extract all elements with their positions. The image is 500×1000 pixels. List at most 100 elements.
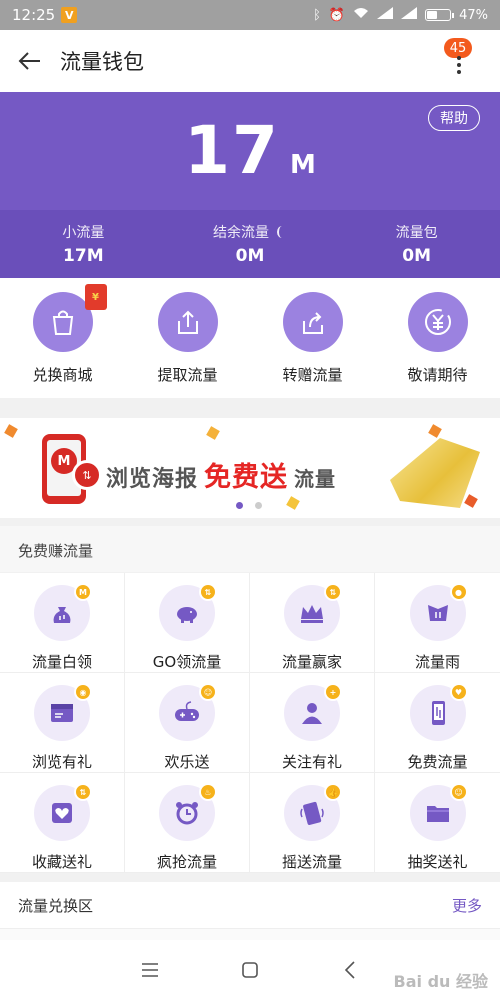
banner-headline: 浏览海报 免费送 流量 (106, 455, 336, 494)
balance-unit: M (289, 150, 316, 180)
more-dots-icon (456, 56, 462, 74)
earn-item-label: GO领流量 (152, 653, 222, 671)
earn-item[interactable]: ☺ 欢乐送 (125, 673, 250, 773)
earn-badge-icon: + (324, 683, 342, 701)
quick-action-coming-soon[interactable]: 敬请期待 (375, 278, 500, 398)
alarm-icon: ⏰ (328, 7, 346, 23)
wifi-icon (353, 7, 369, 23)
promo-banner[interactable]: M ⇅ 浏览海报 免费送 流量 (0, 418, 500, 518)
confetti-decoration (206, 426, 220, 440)
alarm-clock-icon: ♨ (159, 783, 217, 841)
quick-action-label: 转赠流量 (282, 366, 343, 384)
earn-item-label: 关注有礼 (281, 753, 342, 771)
confetti-decoration (464, 494, 478, 508)
earn-item[interactable]: M 流量白领 (0, 573, 125, 673)
more-menu-button[interactable]: 45 (442, 38, 482, 84)
notification-badge: 45 (444, 38, 472, 58)
earn-item[interactable]: + 关注有礼 (250, 673, 375, 773)
red-packet-icon: ¥ (84, 284, 107, 310)
status-bar: 12:25 V ᛒ ⏰ 47% (0, 0, 500, 30)
confetti-decoration (428, 424, 442, 438)
earn-badge-icon: ⇅ (324, 583, 342, 601)
earn-item[interactable]: ● 流量雨 (375, 573, 500, 673)
piggy-bank-icon: ⇅ (159, 583, 217, 641)
confetti-decoration (286, 496, 300, 510)
earn-item-label: 欢乐送 (164, 753, 210, 771)
browser-icon: ◉ (34, 683, 92, 741)
exchange-section-title: 流量兑换区 (18, 896, 94, 915)
system-nav-bar: Bai du 经验 (0, 940, 500, 1000)
upload-icon (157, 292, 218, 352)
earn-item[interactable]: ◉ 浏览有礼 (0, 673, 125, 773)
home-nav-icon[interactable] (200, 940, 300, 1000)
earn-badge-icon: ⇅ (74, 783, 92, 801)
stat-remaining-data[interactable]: 结余流量 0M (167, 210, 334, 278)
user-add-icon: + (284, 683, 342, 741)
earn-item[interactable]: 👍 摇送流量 (250, 773, 375, 873)
earn-item[interactable]: ♨ 疯抢流量 (125, 773, 250, 873)
stat-small-data[interactable]: 小流量 17M (0, 210, 167, 278)
money-bag-icon: M (34, 583, 92, 641)
stat-data-package[interactable]: 流量包 0M (333, 210, 500, 278)
bluetooth-icon: ᛒ (313, 7, 321, 23)
balance-panel: 帮助 17 M 小流量 17M 结余流量 0M 流量包 0M (0, 92, 500, 278)
balance-stats: 小流量 17M 结余流量 0M 流量包 0M (0, 210, 500, 278)
app-notification-icon: V (61, 7, 78, 23)
carousel-dot[interactable] (255, 502, 262, 509)
earn-badge-icon: M (74, 583, 92, 601)
quick-action-gift-data[interactable]: 转赠流量 (250, 278, 375, 398)
stat-label: 结余流量 (167, 222, 334, 242)
banner-text-highlight: 免费送 (204, 462, 289, 493)
carousel-dots (236, 502, 262, 509)
quick-action-withdraw-data[interactable]: 提取流量 (125, 278, 250, 398)
more-link[interactable]: 更多 (452, 895, 482, 916)
signal-icon-2 (401, 7, 418, 23)
carousel-dot[interactable] (236, 502, 243, 509)
quick-action-exchange-mall[interactable]: ¥ 兑换商城 (0, 278, 125, 398)
earn-badge-icon: ♥ (449, 683, 468, 701)
earn-item-label: 疯抢流量 (156, 853, 217, 871)
heart-card-icon: ⇅ (34, 783, 92, 841)
battery-fill (427, 11, 437, 19)
stat-value: 0M (235, 246, 265, 266)
yuan-icon (407, 292, 468, 352)
stat-label: 小流量 (62, 225, 105, 241)
quick-action-label: 敬请期待 (407, 366, 468, 384)
earn-grid: M 流量白领 ⇅ GO领流量 ⇅ 流量赢家 ● 流量雨 ◉ 浏览有礼 ☺ 欢乐送 + 关注有礼 ♥ 免费流量 ⇅… (0, 573, 500, 873)
earn-badge-icon: ⇅ (199, 583, 217, 601)
banner-text-prefix: 浏览海报 (106, 467, 199, 492)
earn-item[interactable]: ⇅ 流量赢家 (250, 573, 375, 673)
moon-icon (277, 226, 287, 238)
battery-percent: 47% (459, 7, 488, 23)
earn-item[interactable]: ⇅ GO领流量 (125, 573, 250, 673)
confetti-decoration (4, 424, 18, 438)
signal-icon (377, 7, 394, 23)
earn-badge-icon: ☺ (199, 683, 217, 701)
menu-nav-icon[interactable] (100, 940, 200, 1000)
watermark: Bai du 经验 (393, 972, 488, 991)
stat-value: 17M (63, 246, 104, 266)
shopping-bag-icon: ¥ (32, 284, 107, 352)
quick-action-label: 提取流量 (157, 366, 218, 384)
earn-item[interactable]: ☺ 抽奖送礼 (375, 773, 500, 873)
rain-box-icon: ● (409, 583, 468, 641)
earn-item[interactable]: ⇅ 收藏送礼 (0, 773, 125, 873)
back-arrow-icon[interactable] (0, 30, 60, 92)
gamepad-icon: ☺ (159, 683, 217, 741)
balance-number: 17 (184, 112, 280, 189)
status-time: 12:25 (12, 6, 56, 24)
earn-item-label: 流量雨 (414, 653, 460, 671)
earn-section-title: 免费赚流量 (0, 526, 500, 572)
quick-action-label: 兑换商城 (32, 366, 93, 384)
balance-amount: 17 M (0, 112, 500, 189)
earn-item[interactable]: ♥ 免费流量 (375, 673, 500, 773)
earn-item-label: 免费流量 (407, 753, 468, 771)
earn-badge-icon: ♨ (199, 783, 217, 801)
earn-badge-icon: ● (449, 583, 468, 601)
gold-ingot-decoration (390, 438, 480, 508)
back-nav-icon[interactable] (300, 940, 400, 1000)
crown-icon: ⇅ (284, 583, 342, 641)
earn-badge-icon: ☺ (449, 783, 468, 801)
earn-badge-icon: 👍 (324, 783, 342, 801)
status-icons: ᛒ ⏰ 47% (313, 7, 488, 23)
